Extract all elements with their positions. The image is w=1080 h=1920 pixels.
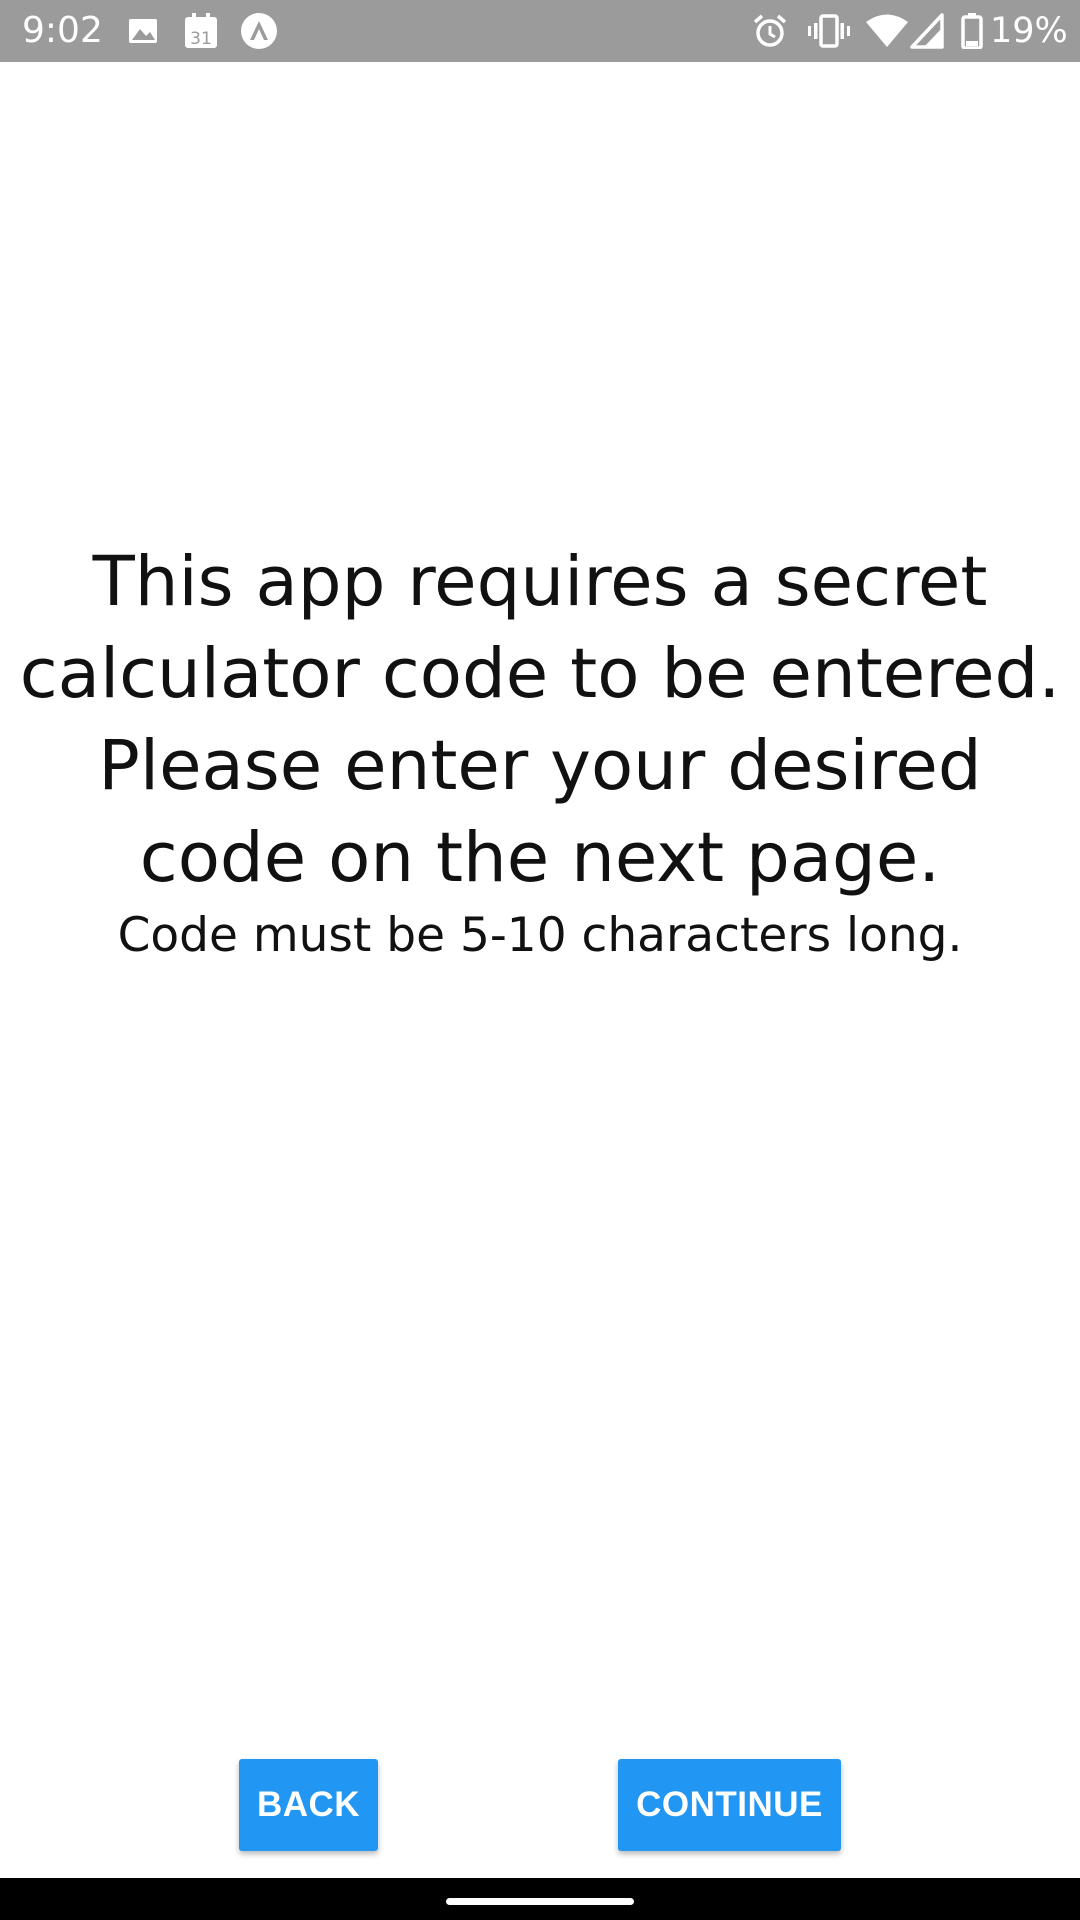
signal-icon	[910, 13, 944, 49]
instruction-message: This app requires a secret calculator co…	[0, 536, 1080, 966]
alarm-icon	[753, 14, 787, 47]
instruction-headline: This app requires a secret calculator co…	[19, 542, 1061, 898]
continue-button[interactable]: CONTINUE	[618, 1759, 841, 1851]
vibrate-icon	[808, 14, 850, 48]
home-indicator[interactable]	[446, 1898, 634, 1905]
wifi-icon	[866, 14, 908, 47]
status-bar: 9:02 31 19%	[0, 0, 1080, 62]
code-length-hint: Code must be 5-10 characters long.	[117, 908, 963, 963]
back-button[interactable]: BACK	[239, 1759, 378, 1851]
calendar-day: 31	[190, 29, 212, 49]
battery-percentage: 19%	[990, 11, 1068, 51]
status-time: 9:02	[22, 10, 103, 51]
battery-icon	[961, 13, 983, 49]
navigation-bar	[0, 1878, 1080, 1920]
image-icon	[129, 19, 157, 43]
nav-arrow-icon	[241, 13, 277, 49]
calendar-icon: 31	[185, 13, 217, 49]
